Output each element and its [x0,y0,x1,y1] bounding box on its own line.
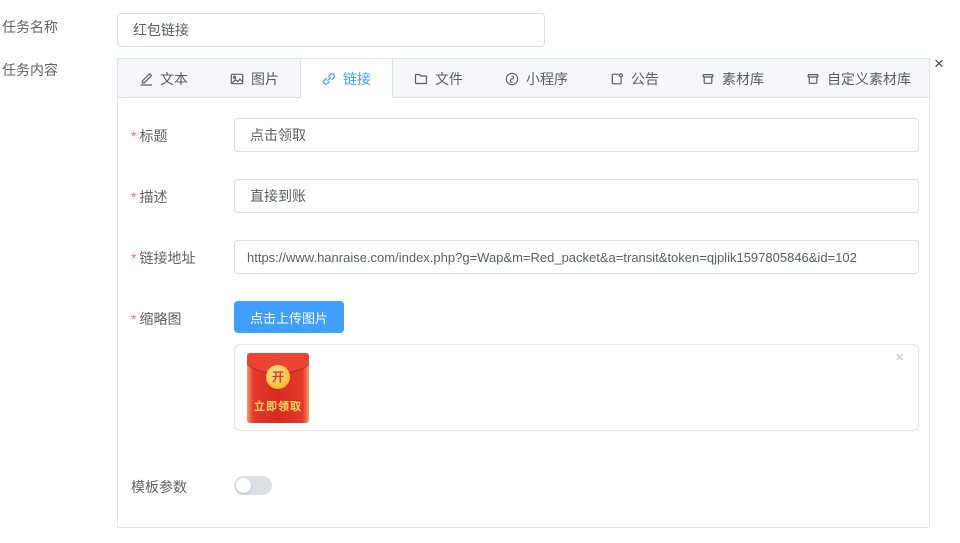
upload-image-button[interactable]: 点击上传图片 [234,301,345,333]
tab-label: 图片 [251,70,279,87]
thumbnail-label: * 缩略图 [131,311,182,327]
link-url-label: * 链接地址 [131,250,196,266]
announcement-icon [610,72,624,86]
link-url-input[interactable] [234,240,919,274]
content-type-tabbar: 文本 图片 链接 文件 小程序 公告 素材库 自定义素材库 [118,59,929,98]
link-url-row: * 链接地址 [131,240,919,274]
task-edit-page: 任务名称 任务内容 × 文本 [0,0,960,543]
tab-image[interactable]: 图片 [209,59,300,98]
archive-icon [806,72,820,86]
remove-image-icon[interactable]: × [895,350,904,365]
folder-icon [414,72,428,86]
required-mark: * [131,189,137,205]
description-label: * 描述 [131,189,168,205]
tab-label: 文本 [160,70,188,87]
task-content-panel: 文本 图片 链接 文件 小程序 公告 素材库 自定义素材库 * 标题 点击领取 … [117,58,930,528]
red-packet-claim-text: 立即领取 [254,401,302,413]
close-icon[interactable]: × [934,55,944,72]
red-packet-open-coin: 开 [266,365,290,389]
title-row: * 标题 [131,118,919,152]
task-name-input[interactable] [117,13,545,47]
tab-material-library[interactable]: 素材库 [680,59,785,98]
required-mark: * [131,128,137,144]
template-params-label: 模板参数 [131,479,187,495]
tab-announcement[interactable]: 公告 [589,59,680,98]
task-name-label: 任务名称 [2,19,58,35]
thumbnail-row: * 缩略图 点击上传图片 开 立即领取 × [131,301,919,431]
tab-label: 素材库 [722,70,764,87]
miniprogram-icon [505,72,519,86]
edit-icon [139,72,153,86]
toggle-knob [236,478,251,493]
archive-icon [701,72,715,86]
link-icon [322,72,336,86]
tab-file[interactable]: 文件 [393,59,484,98]
tab-text[interactable]: 文本 [118,59,209,98]
tab-miniprogram[interactable]: 小程序 [484,59,589,98]
red-packet-thumbnail: 开 立即领取 [247,353,309,423]
tab-label: 公告 [631,70,659,87]
required-mark: * [131,250,137,266]
tab-custom-material-library[interactable]: 自定义素材库 [785,59,932,98]
template-params-toggle[interactable] [234,476,272,495]
image-icon [230,72,244,86]
task-content-label: 任务内容 [2,62,58,78]
tab-label: 文件 [435,70,463,87]
required-mark: * [131,311,137,327]
title-input[interactable] [234,118,919,152]
tab-link[interactable]: 链接 [300,59,393,98]
thumbnail-preview-box: 开 立即领取 × [234,344,919,431]
panel-body: *标题 *描述 *链接地址 [118,98,929,497]
description-input[interactable] [234,179,919,213]
title-label: * 标题 [131,128,168,144]
template-params-row: 模板参数 [131,476,919,497]
description-row: * 描述 [131,179,919,213]
tab-label: 链接 [343,70,371,87]
tab-label: 自定义素材库 [827,70,911,87]
tab-label: 小程序 [526,70,568,87]
